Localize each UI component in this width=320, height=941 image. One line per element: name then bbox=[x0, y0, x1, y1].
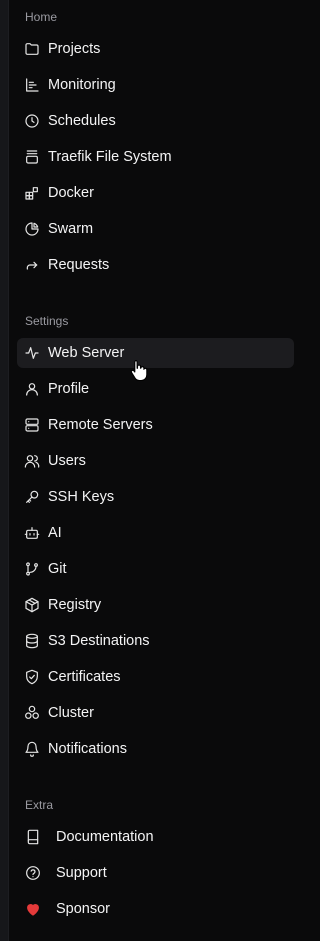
sidebar-item-label: SSH Keys bbox=[48, 489, 115, 505]
git-branch-icon bbox=[24, 561, 40, 577]
sidebar-item-requests[interactable]: Requests bbox=[17, 250, 294, 280]
section-label-extra: Extra bbox=[25, 798, 54, 812]
section-label-settings: Settings bbox=[25, 314, 69, 328]
sidebar-item-notifications[interactable]: Notifications bbox=[17, 734, 294, 764]
sidebar-item-swarm[interactable]: Swarm bbox=[17, 214, 294, 244]
sidebar-item-label: Notifications bbox=[48, 741, 127, 757]
section-label-home: Home bbox=[25, 10, 58, 24]
sidebar-item-git[interactable]: Git bbox=[17, 554, 294, 584]
sidebar-item-schedules[interactable]: Schedules bbox=[17, 106, 294, 136]
sidebar-item-registry[interactable]: Registry bbox=[17, 590, 294, 620]
sidebar-item-label: Documentation bbox=[56, 829, 154, 845]
sidebar-item-cluster[interactable]: Cluster bbox=[17, 698, 294, 728]
sidebar-item-traefik-file-system[interactable]: Traefik File System bbox=[17, 142, 294, 172]
forward-arrow-icon bbox=[24, 257, 40, 273]
bell-icon bbox=[24, 741, 40, 757]
sidebar-item-certificates[interactable]: Certificates bbox=[17, 662, 294, 692]
heart-icon bbox=[25, 901, 41, 917]
key-icon bbox=[24, 489, 40, 505]
sidebar: Home Projects Monitoring Schedules Traef… bbox=[9, 0, 302, 941]
shield-check-icon bbox=[24, 669, 40, 685]
folder-icon bbox=[24, 41, 40, 57]
database-icon bbox=[24, 633, 40, 649]
help-circle-icon bbox=[25, 865, 41, 881]
sidebar-item-label: Traefik File System bbox=[48, 149, 172, 165]
sidebar-item-ssh-keys[interactable]: SSH Keys bbox=[17, 482, 294, 512]
sidebar-item-projects[interactable]: Projects bbox=[17, 34, 294, 64]
sidebar-item-label: Docker bbox=[48, 185, 94, 201]
stack-icon bbox=[24, 149, 40, 165]
activity-icon bbox=[24, 345, 40, 361]
bar-chart-icon bbox=[24, 77, 40, 93]
sidebar-item-documentation[interactable]: Documentation bbox=[17, 822, 294, 852]
package-icon bbox=[24, 597, 40, 613]
sidebar-item-label: Support bbox=[56, 865, 107, 881]
sidebar-item-label: Cluster bbox=[48, 705, 94, 721]
sidebar-item-label: AI bbox=[48, 525, 62, 541]
server-icon bbox=[24, 417, 40, 433]
sidebar-item-web-server[interactable]: Web Server bbox=[17, 338, 294, 368]
clock-icon bbox=[24, 113, 40, 129]
sidebar-item-label: S3 Destinations bbox=[48, 633, 150, 649]
sidebar-item-label: Certificates bbox=[48, 669, 121, 685]
sidebar-item-profile[interactable]: Profile bbox=[17, 374, 294, 404]
sidebar-item-label: Profile bbox=[48, 381, 90, 397]
sidebar-item-label: Sponsor bbox=[56, 901, 111, 917]
sidebar-item-ai[interactable]: AI bbox=[17, 518, 294, 548]
sidebar-item-s3-destinations[interactable]: S3 Destinations bbox=[17, 626, 294, 656]
sidebar-item-label: Web Server bbox=[48, 345, 125, 361]
sidebar-item-docker[interactable]: Docker bbox=[17, 178, 294, 208]
sidebar-item-sponsor[interactable]: Sponsor bbox=[17, 894, 294, 924]
pie-chart-icon bbox=[24, 221, 40, 237]
sidebar-item-label: Swarm bbox=[48, 221, 94, 237]
hand-cursor-icon bbox=[130, 359, 148, 381]
sidebar-item-label: Projects bbox=[48, 41, 101, 57]
sidebar-item-label: Requests bbox=[48, 257, 110, 273]
sidebar-item-label: Schedules bbox=[48, 113, 116, 129]
left-edge-strip bbox=[0, 0, 9, 941]
user-icon bbox=[24, 381, 40, 397]
sidebar-item-support[interactable]: Support bbox=[17, 858, 294, 888]
cluster-icon bbox=[24, 705, 40, 721]
users-icon bbox=[24, 453, 40, 469]
sidebar-item-users[interactable]: Users bbox=[17, 446, 294, 476]
sidebar-item-label: Remote Servers bbox=[48, 417, 153, 433]
sidebar-item-label: Git bbox=[48, 561, 67, 577]
blocks-icon bbox=[24, 185, 40, 201]
sidebar-item-monitoring[interactable]: Monitoring bbox=[17, 70, 294, 100]
sidebar-item-label: Users bbox=[48, 453, 86, 469]
bot-icon bbox=[24, 525, 40, 541]
sidebar-item-label: Monitoring bbox=[48, 77, 116, 93]
sidebar-item-label: Registry bbox=[48, 597, 102, 613]
book-icon bbox=[25, 829, 41, 845]
sidebar-item-remote-servers[interactable]: Remote Servers bbox=[17, 410, 294, 440]
